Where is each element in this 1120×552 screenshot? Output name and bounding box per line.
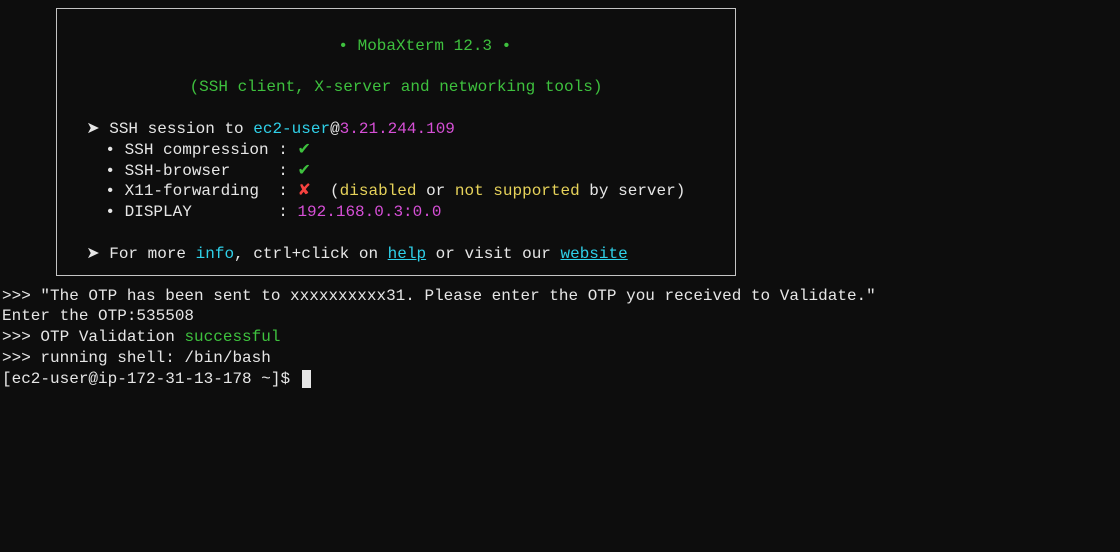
x11-disabled: disabled [340, 182, 417, 200]
at-sign: @ [330, 120, 340, 138]
arrow-icon: ➤ [67, 120, 109, 138]
bullet-icon: • [67, 162, 125, 180]
help-link[interactable]: help [388, 245, 426, 263]
session-line: ➤ SSH session to ec2-user@3.21.244.109 [67, 119, 725, 140]
footer-mid2: or visit our [426, 245, 560, 263]
ssh-browser-line: • SSH-browser : ✔ [67, 161, 725, 182]
validation-prefix: >>> OTP Validation [2, 328, 184, 346]
session-host: 3.21.244.109 [340, 120, 455, 138]
terminal[interactable]: • MobaXterm 12.3 • (SSH client, X-server… [0, 8, 1120, 390]
check-icon: ✔ [297, 162, 310, 180]
validation-status: successful [184, 328, 280, 346]
ssh-compression-line: • SSH compression : ✔ [67, 140, 725, 161]
arrow-icon: ➤ [67, 245, 109, 263]
cursor-icon [302, 370, 311, 388]
mobaxterm-banner: • MobaXterm 12.3 • (SSH client, X-server… [56, 8, 736, 276]
otp-validation-line: >>> OTP Validation successful [2, 327, 1120, 348]
blank-line [67, 98, 725, 119]
bullet-icon: • [338, 37, 357, 55]
footer-line: ➤ For more info, ctrl+click on help or v… [67, 244, 725, 265]
banner-title-line: • MobaXterm 12.3 • [67, 15, 725, 77]
x11-or: or [416, 182, 454, 200]
cross-icon: ✘ [297, 182, 310, 200]
check-icon: ✔ [297, 141, 310, 159]
otp-sent-line: >>> "The OTP has been sent to xxxxxxxxxx… [2, 286, 1120, 307]
banner-subtitle: (SSH client, X-server and networking too… [67, 77, 725, 98]
otp-entry-line: Enter the OTP:535508 [2, 306, 1120, 327]
compression-label: SSH compression : [125, 141, 298, 159]
bullet-icon: • [67, 203, 125, 221]
display-label: DISPLAY : [125, 203, 298, 221]
shell-output: >>> "The OTP has been sent to xxxxxxxxxx… [0, 286, 1120, 390]
bullet-icon: • [67, 182, 125, 200]
x11-label: X11-forwarding : [125, 182, 298, 200]
session-user: ec2-user [253, 120, 330, 138]
session-prefix: SSH session to [109, 120, 253, 138]
footer-mid1: , ctrl+click on [234, 245, 388, 263]
display-value: 192.168.0.3:0.0 [297, 203, 441, 221]
x11-close: by server) [580, 182, 686, 200]
banner-title: MobaXterm 12.3 [358, 37, 492, 55]
x11-line: • X11-forwarding : ✘ (disabled or not su… [67, 181, 725, 202]
browser-label: SSH-browser : [125, 162, 298, 180]
footer-info: info [196, 245, 234, 263]
x11-open: ( [311, 182, 340, 200]
prompt-line[interactable]: [ec2-user@ip-172-31-13-178 ~]$ [2, 369, 1120, 390]
display-line: • DISPLAY : 192.168.0.3:0.0 [67, 202, 725, 223]
running-shell-line: >>> running shell: /bin/bash [2, 348, 1120, 369]
blank-line [67, 223, 725, 244]
bullet-icon: • [492, 37, 511, 55]
x11-not-supported: not supported [455, 182, 580, 200]
bullet-icon: • [67, 141, 125, 159]
shell-prompt: [ec2-user@ip-172-31-13-178 ~]$ [2, 370, 300, 388]
website-link[interactable]: website [561, 245, 628, 263]
footer-prefix: For more [109, 245, 195, 263]
